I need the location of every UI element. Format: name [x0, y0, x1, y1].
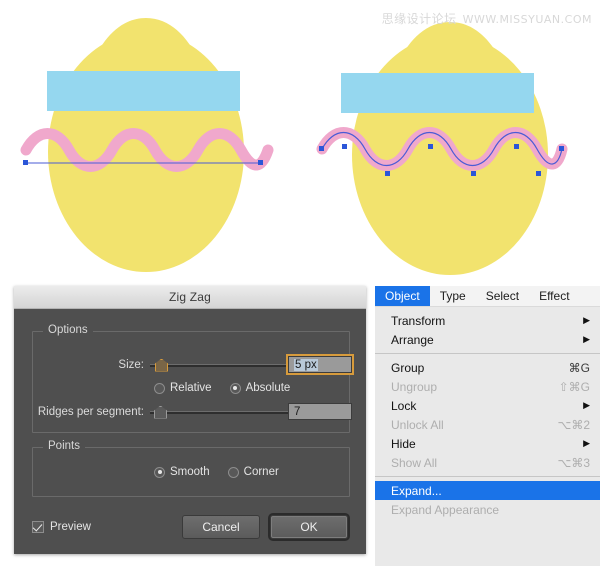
radio-smooth[interactable]: Smooth — [154, 466, 210, 478]
dialog-titlebar[interactable]: Zig Zag — [14, 286, 366, 309]
radio-corner-label: Corner — [244, 466, 279, 478]
ridges-input[interactable]: 7 — [288, 403, 352, 420]
footer-buttons: Cancel OK — [182, 515, 348, 539]
submenu-arrow-icon: ▶ — [583, 438, 590, 449]
points-group-label: Points — [43, 440, 85, 452]
preview-checkbox[interactable]: Preview — [32, 521, 91, 533]
object-dropdown-menu: Transform ▶ Arrange ▶ Group ⌘G Ungroup ⇧⌘G Lock ▶… — [375, 307, 600, 519]
watermark-url: WWW.MISSYUAN.COM — [463, 13, 592, 26]
radio-absolute[interactable]: Absolute — [230, 382, 291, 394]
menubar-item-label: Effect — [539, 289, 569, 303]
menubar: Object Type Select Effect — [375, 286, 600, 307]
radio-corner[interactable]: Corner — [228, 466, 279, 478]
menu-item-label: Show All — [391, 456, 543, 470]
radio-corner-dot[interactable] — [228, 467, 239, 478]
cancel-button[interactable]: Cancel — [182, 515, 260, 539]
menu-item-arrange[interactable]: Arrange ▶ — [375, 330, 600, 349]
menu-item-label: Transform — [391, 314, 569, 328]
menu-item-shortcut: ⌥⌘2 — [557, 418, 590, 432]
ridges-slider-thumb[interactable] — [154, 406, 167, 419]
menubar-item-label: Object — [385, 289, 420, 303]
menu-item-ungroup: Ungroup ⇧⌘G — [375, 377, 600, 396]
menu-item-label: Expand... — [391, 484, 590, 498]
menubar-item-effect[interactable]: Effect — [529, 286, 579, 306]
zigzag-dialog: Zig Zag Options Size: 5 px Relative — [14, 286, 366, 554]
menu-separator — [375, 353, 600, 354]
anchor-point[interactable] — [385, 171, 390, 176]
blue-band-left[interactable] — [47, 71, 240, 111]
anchor-point[interactable] — [471, 171, 476, 176]
preview-checkbox-box[interactable] — [32, 521, 44, 533]
submenu-arrow-icon: ▶ — [583, 400, 590, 411]
radio-absolute-dot[interactable] — [230, 383, 241, 394]
menu-item-label: Arrange — [391, 333, 569, 347]
menu-item-expand[interactable]: Expand... — [375, 481, 600, 500]
size-slider-track[interactable] — [150, 364, 288, 367]
menu-item-label: Ungroup — [391, 380, 545, 394]
menu-item-shortcut: ⇧⌘G — [559, 380, 590, 394]
menu-item-label: Expand Appearance — [391, 503, 590, 517]
anchor-point[interactable] — [23, 160, 28, 165]
dialog-footer: Preview Cancel OK — [32, 515, 348, 539]
menubar-item-type[interactable]: Type — [430, 286, 476, 306]
anchor-point[interactable] — [559, 146, 564, 151]
radio-smooth-label: Smooth — [170, 466, 210, 478]
menu-item-lock[interactable]: Lock ▶ — [375, 396, 600, 415]
submenu-arrow-icon: ▶ — [583, 315, 590, 326]
size-input-value: 5 px — [294, 359, 318, 371]
menubar-item-object[interactable]: Object — [375, 286, 430, 306]
points-radio-group: Smooth Corner — [154, 466, 279, 478]
menu-item-shortcut: ⌘G — [569, 361, 590, 375]
anchor-point[interactable] — [258, 160, 263, 165]
radio-absolute-label: Absolute — [246, 382, 291, 394]
menu-item-label: Lock — [391, 399, 569, 413]
radio-relative[interactable]: Relative — [154, 382, 212, 394]
menu-item-show-all: Show All ⌥⌘3 — [375, 453, 600, 472]
object-menu-panel: ObjectTypeSelectEffect Transform▶Arrange… — [375, 286, 600, 566]
ok-button[interactable]: OK — [270, 515, 348, 539]
radio-relative-label: Relative — [170, 382, 212, 394]
menu-item-unlock-all: Unlock All ⌥⌘2 — [375, 415, 600, 434]
menu-item-label: Hide — [391, 437, 569, 451]
anchor-point[interactable] — [536, 171, 541, 176]
size-input[interactable]: 5 px — [288, 356, 352, 373]
menubar-item-label: Select — [486, 289, 519, 303]
size-label: Size: — [32, 359, 144, 371]
menu-item-expand-appearance: Expand Appearance — [375, 500, 600, 519]
preview-label: Preview — [50, 521, 91, 533]
left-artboard — [0, 0, 300, 282]
menu-separator — [375, 476, 600, 477]
anchor-point[interactable] — [514, 144, 519, 149]
menubar-item-label: Type — [440, 289, 466, 303]
ridges-slider-track[interactable] — [150, 411, 288, 414]
ridges-slider[interactable] — [150, 406, 288, 418]
right-artboard — [300, 0, 600, 282]
ridges-input-value: 7 — [294, 406, 300, 418]
anchor-point[interactable] — [428, 144, 433, 149]
options-group-label: Options — [43, 324, 93, 336]
menubar-item-select[interactable]: Select — [476, 286, 529, 306]
menu-item-shortcut: ⌥⌘3 — [557, 456, 590, 470]
ridges-label: Ridges per segment: — [32, 406, 144, 418]
watermark-chinese: 思缘设计论坛 — [382, 12, 457, 26]
artwork-canvas: 思缘设计论坛 WWW.MISSYUAN.COM — [0, 0, 600, 282]
anchor-point[interactable] — [319, 146, 324, 151]
menu-item-group[interactable]: Group ⌘G — [375, 358, 600, 377]
size-slider-thumb[interactable] — [155, 359, 168, 372]
menu-item-hide[interactable]: Hide ▶ — [375, 434, 600, 453]
radio-relative-dot[interactable] — [154, 383, 165, 394]
radio-smooth-dot[interactable] — [154, 467, 165, 478]
menu-item-label: Unlock All — [391, 418, 543, 432]
watermark: 思缘设计论坛 WWW.MISSYUAN.COM — [382, 10, 592, 27]
submenu-arrow-icon: ▶ — [583, 334, 590, 345]
anchor-point[interactable] — [342, 144, 347, 149]
size-mode-radio-group: Relative Absolute — [154, 382, 290, 394]
blue-band-right[interactable] — [341, 73, 534, 113]
dialog-body: Options Size: 5 px Relative Absolute — [14, 309, 366, 555]
dialog-title: Zig Zag — [169, 290, 211, 304]
menu-item-label: Group — [391, 361, 555, 375]
menu-item-transform[interactable]: Transform ▶ — [375, 311, 600, 330]
size-slider[interactable] — [150, 359, 288, 371]
